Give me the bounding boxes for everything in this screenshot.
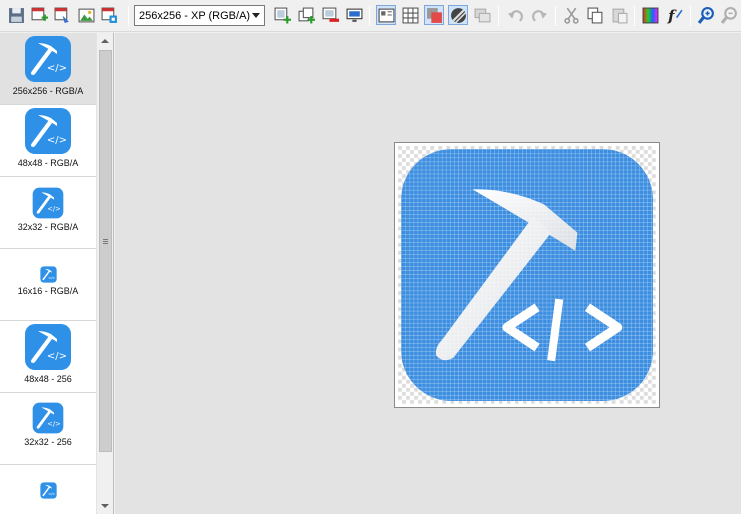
image-list-item[interactable]: </> 32x32 - RGB/A <box>0 177 96 249</box>
image-list-item[interactable]: </> 32x32 - 256 <box>0 393 96 465</box>
grip-line <box>103 241 108 242</box>
new-image-icon[interactable] <box>29 5 49 25</box>
code-glyph: </> <box>48 492 55 496</box>
save-icon[interactable] <box>6 5 26 25</box>
paste-icon[interactable] <box>609 5 629 25</box>
xcode-hammer-icon: </> <box>24 35 72 83</box>
toolbar-separator <box>128 6 129 26</box>
code-glyph: </> <box>47 420 60 428</box>
svg-text:f: f <box>667 7 677 24</box>
scrollbar-thumb[interactable] <box>99 50 112 452</box>
code-glyph: </> <box>47 63 67 74</box>
toolbar-separator <box>369 6 370 26</box>
mask-icon[interactable] <box>424 5 444 25</box>
image-list-item[interactable]: </> <box>0 465 96 514</box>
xcode-hammer-icon: </> <box>24 323 72 371</box>
image-list-item[interactable]: </> 16x16 - RGB/A <box>0 249 96 321</box>
add-format-icon[interactable] <box>272 5 292 25</box>
zoom-out-icon[interactable] <box>719 5 739 25</box>
xcode-hammer-icon: </> <box>24 107 72 155</box>
chevron-down-icon[interactable] <box>252 13 260 18</box>
toolbar-separator <box>634 6 635 26</box>
format-select-value: 256x256 - XP (RGB/A) <box>139 9 251 22</box>
xcode-hammer-icon-large[interactable] <box>398 146 656 404</box>
scroll-up-icon[interactable] <box>101 39 109 43</box>
image-list-item-label: 32x32 - RGB/A <box>17 222 79 232</box>
copy-icon[interactable] <box>585 5 605 25</box>
duplicate-format-icon[interactable] <box>296 5 316 25</box>
image-list-item-label: 32x32 - 256 <box>24 437 72 447</box>
code-glyph: </> <box>48 276 55 280</box>
import-image-icon[interactable] <box>76 5 96 25</box>
grid-icon[interactable] <box>400 5 420 25</box>
code-glyph: </> <box>47 205 60 213</box>
vertical-scrollbar[interactable] <box>96 33 113 514</box>
image-list-items: </> 256x256 - RGB/A </> 48x48 - RGB/A </> 32x… <box>0 33 96 514</box>
image-format-list: </> 256x256 - RGB/A </> 48x48 - RGB/A </> 32x… <box>0 33 114 514</box>
delete-format-icon[interactable] <box>320 5 340 25</box>
toolbar-separator <box>690 6 691 26</box>
toolbar-separator <box>498 6 499 26</box>
pixel-grid-overlay <box>398 146 656 404</box>
scissors-icon[interactable] <box>561 5 581 25</box>
toolbar: 256x256 - XP (RGB/A) f <box>0 0 741 32</box>
export-image-icon[interactable] <box>99 5 119 25</box>
monitor-icon[interactable] <box>344 5 364 25</box>
image-list-item[interactable]: </> 48x48 - 256 <box>0 321 96 393</box>
xcode-hammer-icon: </> <box>32 187 64 219</box>
zoom-in-icon[interactable] <box>696 5 716 25</box>
code-glyph: </> <box>47 135 67 146</box>
image-list-item[interactable]: </> 256x256 - RGB/A <box>0 33 96 105</box>
image-list-item-label: 48x48 - RGB/A <box>17 158 79 168</box>
background-icon[interactable] <box>448 5 468 25</box>
redo-icon[interactable] <box>529 5 549 25</box>
image-properties-icon[interactable] <box>52 5 72 25</box>
grip-line <box>103 243 108 244</box>
image-list-item-label: 256x256 - RGB/A <box>12 86 84 96</box>
icon-canvas[interactable] <box>394 142 660 408</box>
toolbar-separator <box>555 6 556 26</box>
format-select[interactable]: 256x256 - XP (RGB/A) <box>134 5 265 26</box>
image-list-item-label: 48x48 - 256 <box>24 374 72 384</box>
function-icon[interactable]: f <box>664 5 684 25</box>
editing-canvas-area[interactable] <box>115 33 741 514</box>
scroll-down-icon[interactable] <box>101 504 109 508</box>
layers-icon[interactable] <box>472 5 492 25</box>
view-mode-icon[interactable] <box>376 5 396 25</box>
xcode-hammer-icon: </> <box>39 266 57 283</box>
code-glyph: </> <box>47 351 67 362</box>
undo-icon[interactable] <box>505 5 525 25</box>
image-list-item[interactable]: </> 48x48 - RGB/A <box>0 105 96 177</box>
xcode-hammer-icon: </> <box>39 482 57 499</box>
image-list-item-label: 16x16 - RGB/A <box>17 286 79 296</box>
grip-line <box>103 239 108 240</box>
xcode-hammer-icon: </> <box>32 402 64 434</box>
palette-icon[interactable] <box>640 5 660 25</box>
